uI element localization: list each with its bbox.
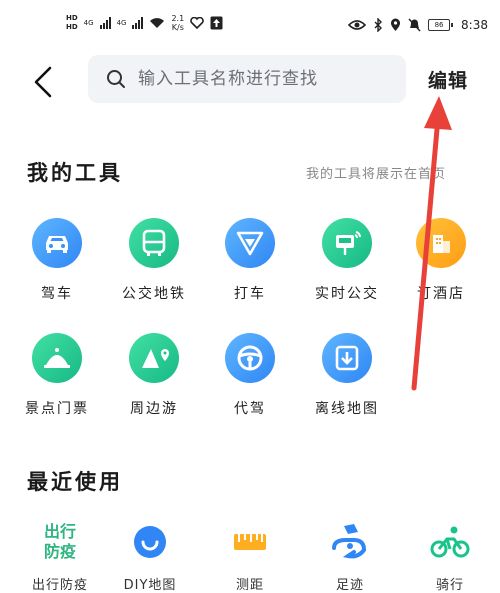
recent-diy-map[interactable]: DIY地图	[105, 520, 195, 593]
status-bar: HD HD 4G 4G 2.1 K/s 86 8:38	[0, 0, 500, 50]
signal-icon-2	[132, 17, 144, 29]
tool-drive[interactable]: 驾车	[9, 218, 105, 303]
search-bar[interactable]	[88, 55, 406, 103]
mute-bell-icon	[408, 18, 421, 32]
tool-label: 周边游	[130, 401, 178, 417]
speed-value: 2.1	[171, 14, 185, 23]
tool-scenic-tickets[interactable]: 景点门票	[9, 333, 105, 418]
icon-text-line-2: 防疫	[43, 542, 76, 561]
recent-ruler[interactable]: 测距	[205, 520, 295, 593]
hotel-icon	[416, 218, 466, 268]
edit-button[interactable]: 编辑	[428, 66, 468, 93]
recent-label: 足迹	[335, 578, 364, 593]
tool-offline-map[interactable]: 离线地图	[299, 333, 395, 418]
taxi-icon	[225, 218, 275, 268]
footprint-icon	[305, 520, 395, 564]
tool-taxi[interactable]: 打车	[202, 218, 298, 303]
my-tools-title: 我的工具	[27, 161, 123, 185]
network-type-1: 4G	[83, 19, 94, 27]
mountain-icon	[129, 333, 179, 383]
status-left: HD HD 4G 4G 2.1 K/s	[66, 14, 223, 32]
hd-badge-1: HD	[66, 14, 78, 22]
hd-badges: HD HD	[66, 14, 78, 32]
tool-bus-metro[interactable]: 公交地铁	[106, 218, 202, 303]
tool-label: 景点门票	[25, 401, 89, 417]
recent-title: 最近使用	[27, 470, 123, 494]
bluetooth-icon	[374, 18, 383, 32]
recent-label: 测距	[235, 578, 264, 593]
recent-travel-epidemic[interactable]: 出行 防疫 出行防疫	[15, 520, 105, 593]
scenic-icon	[32, 333, 82, 383]
search-icon	[107, 70, 125, 88]
tool-label: 打车	[234, 286, 266, 302]
recent-cycling[interactable]: 骑行	[405, 520, 495, 593]
tool-label: 代驾	[234, 401, 266, 417]
tool-nearby-trips[interactable]: 周边游	[106, 333, 202, 418]
recent-footprint[interactable]: 足迹	[305, 520, 395, 593]
wifi-icon	[150, 18, 165, 28]
download-map-icon	[322, 333, 372, 383]
diy-map-icon	[105, 520, 195, 564]
recent-label: DIY地图	[123, 578, 177, 593]
search-input[interactable]	[136, 68, 390, 90]
speed-unit: K/s	[171, 23, 184, 32]
chevron-left-icon	[34, 66, 52, 98]
ruler-icon	[205, 520, 295, 564]
tool-label: 驾车	[41, 286, 73, 302]
cycling-icon	[405, 520, 495, 564]
network-type-2: 4G	[116, 19, 127, 27]
steering-wheel-icon	[225, 333, 275, 383]
recent-label: 出行防疫	[31, 578, 88, 593]
status-right: 86 8:38	[348, 18, 488, 32]
heart-icon	[190, 17, 204, 29]
back-button[interactable]	[30, 64, 60, 100]
recent-label: 骑行	[435, 578, 464, 593]
clock-time: 8:38	[461, 18, 488, 32]
car-icon	[32, 218, 82, 268]
tool-label: 公交地铁	[122, 286, 186, 302]
tool-label: 离线地图	[315, 401, 379, 417]
network-speed: 2.1 K/s	[171, 14, 184, 32]
bus-stop-icon	[322, 218, 372, 268]
battery-icon: 86	[428, 19, 454, 31]
upload-icon	[210, 16, 223, 30]
signal-icon-1	[99, 17, 111, 29]
eye-icon	[348, 20, 367, 30]
tool-hotel[interactable]: 订酒店	[393, 218, 489, 303]
tool-designated-driver[interactable]: 代驾	[202, 333, 298, 418]
my-tools-hint: 我的工具将展示在首页	[306, 167, 447, 182]
tool-label: 实时公交	[315, 286, 379, 302]
tool-label: 订酒店	[417, 286, 465, 302]
tool-realtime-bus[interactable]: 实时公交	[299, 218, 395, 303]
bus-icon	[129, 218, 179, 268]
location-icon	[391, 18, 401, 31]
travel-epidemic-icon: 出行 防疫	[15, 520, 105, 564]
icon-text-line-1: 出行	[43, 522, 76, 541]
hd-badge-2: HD	[66, 23, 78, 31]
